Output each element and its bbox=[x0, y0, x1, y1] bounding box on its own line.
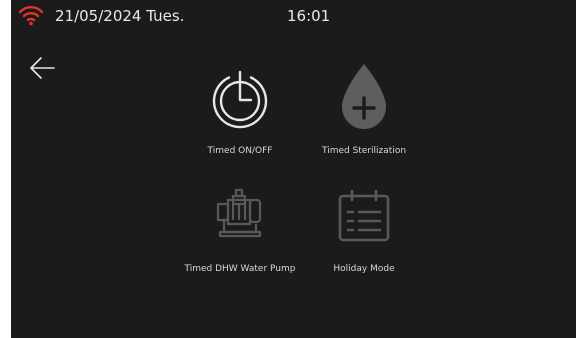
function-menu-screen: 21/05/2024 Tues. 16:01 Timed ON/OFF Time… bbox=[11, 0, 576, 338]
holiday-mode-button[interactable]: Holiday Mode bbox=[299, 180, 429, 290]
droplet-plus-icon bbox=[342, 64, 386, 129]
back-arrow-icon[interactable] bbox=[28, 55, 56, 81]
holiday-mode-label: Holiday Mode bbox=[333, 264, 395, 274]
timed-onoff-label: Timed ON/OFF bbox=[207, 146, 273, 156]
timed-dhw-water-pump-label: Timed DHW Water Pump bbox=[184, 264, 296, 274]
wifi-icon bbox=[18, 6, 44, 26]
timed-onoff-button[interactable]: Timed ON/OFF bbox=[175, 60, 305, 170]
clock-power-icon bbox=[212, 70, 268, 129]
status-bar: 21/05/2024 Tues. 16:01 bbox=[11, 0, 576, 34]
timed-dhw-water-pump-button[interactable]: Timed DHW Water Pump bbox=[175, 180, 305, 290]
water-pump-icon bbox=[216, 188, 262, 238]
time-display: 16:01 bbox=[287, 7, 331, 25]
calendar-list-icon bbox=[338, 189, 390, 242]
timed-sterilization-button[interactable]: Timed Sterilization bbox=[299, 60, 429, 170]
date-display: 21/05/2024 Tues. bbox=[55, 7, 185, 25]
timed-sterilization-label: Timed Sterilization bbox=[321, 146, 407, 156]
